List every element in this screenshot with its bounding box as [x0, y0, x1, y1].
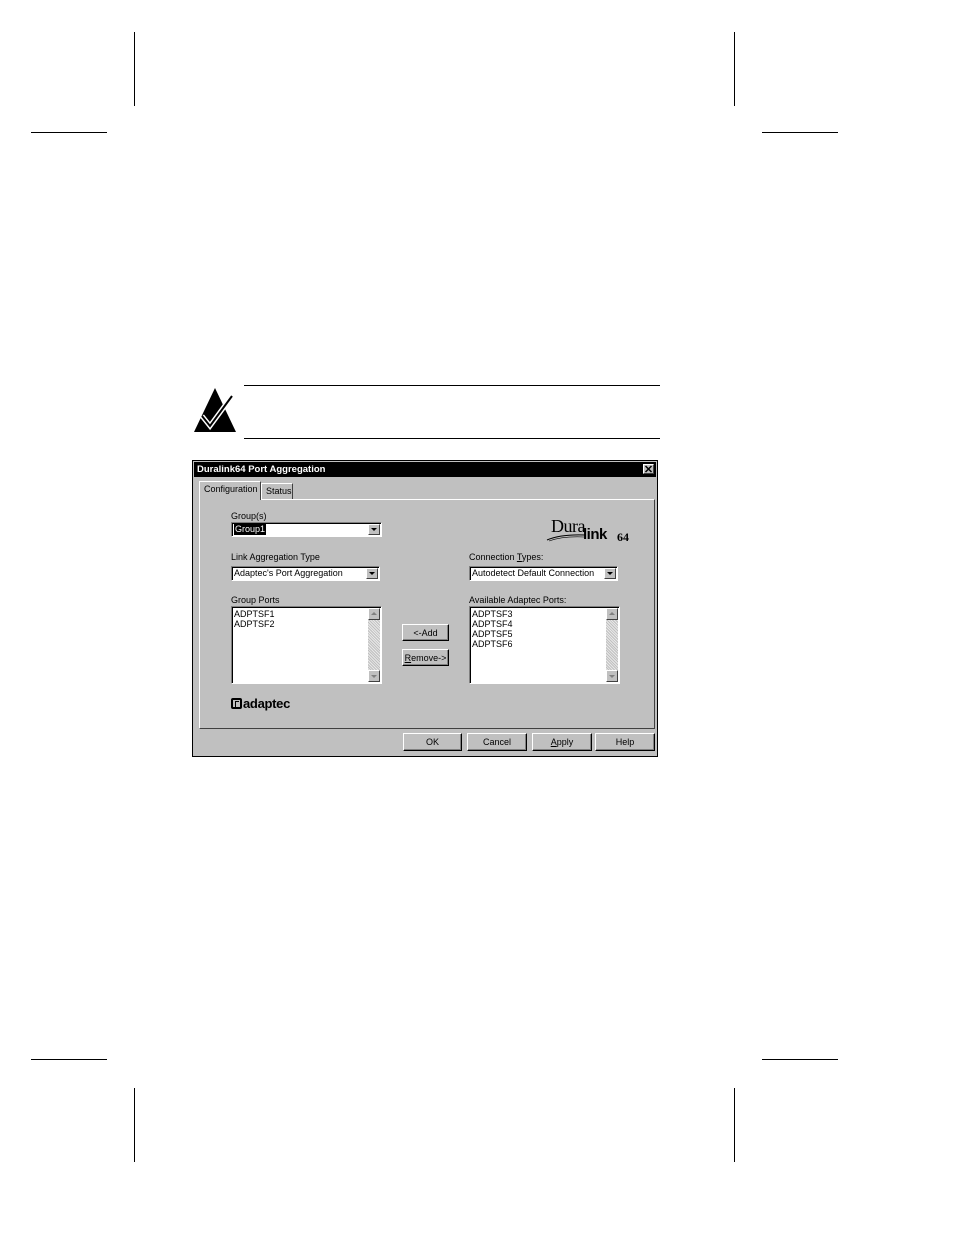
- available-ports-listbox[interactable]: ADPTSF3 ADPTSF4 ADPTSF5 ADPTSF6: [469, 606, 620, 684]
- connection-types-dropdown-button[interactable]: [604, 568, 616, 579]
- connection-types-label: Connection Types:: [469, 552, 543, 562]
- group-ports-label: Group Ports: [231, 595, 280, 605]
- crop-mark-top-right-vertical: [734, 32, 735, 106]
- note-rule-bottom: [244, 438, 660, 439]
- window-title: Duralink64 Port Aggregation: [197, 464, 326, 475]
- logo-64-text: 64: [617, 530, 629, 544]
- note-rule-top: [244, 385, 660, 386]
- list-item[interactable]: ADPTSF4: [472, 619, 513, 629]
- group-ports-listbox[interactable]: ADPTSF1 ADPTSF2: [231, 606, 382, 684]
- help-button[interactable]: Help: [595, 733, 655, 751]
- title-bar: Duralink64 Port Aggregation: [194, 462, 656, 477]
- available-ports-label: Available Adaptec Ports:: [469, 595, 567, 605]
- list-item[interactable]: ADPTSF2: [234, 619, 275, 629]
- connection-types-label-pre: Connection: [469, 552, 517, 562]
- adaptec-logo-text: adaptec: [243, 695, 291, 711]
- scroll-down-button[interactable]: [606, 670, 618, 682]
- groups-value: Group1: [234, 524, 267, 535]
- crop-mark-top-right-horizontal: [762, 132, 838, 133]
- list-item[interactable]: ADPTSF3: [472, 609, 513, 619]
- tab-configuration-label: Configuration: [204, 484, 258, 494]
- logo-link-text: link: [583, 526, 607, 543]
- apply-label: pply: [556, 737, 574, 747]
- list-item[interactable]: ADPTSF5: [472, 629, 513, 639]
- adaptec-logo: adaptec: [231, 695, 291, 711]
- port-aggregation-dialog: Duralink64 Port Aggregation Configuratio…: [192, 460, 658, 757]
- scroll-up-button[interactable]: [368, 608, 380, 620]
- remove-button[interactable]: Remove->: [402, 649, 449, 666]
- list-item[interactable]: ADPTSF6: [472, 639, 513, 649]
- crop-mark-bottom-left-horizontal: [31, 1059, 107, 1060]
- connection-types-value: Autodetect Default Connection: [472, 568, 595, 578]
- group-ports-scrollbar[interactable]: [368, 608, 380, 682]
- crop-mark-bottom-right-horizontal: [762, 1059, 838, 1060]
- scroll-down-button[interactable]: [368, 670, 380, 682]
- scroll-up-button[interactable]: [606, 608, 618, 620]
- close-icon: [644, 465, 653, 473]
- adaptec-mark-icon: [231, 697, 242, 709]
- available-ports-scrollbar[interactable]: [606, 608, 618, 682]
- crop-mark-bottom-left-vertical: [134, 1088, 135, 1162]
- link-aggregation-type-label: Link Aggregation Type: [231, 552, 320, 562]
- tab-status[interactable]: Status: [261, 483, 293, 499]
- crop-mark-bottom-right-vertical: [734, 1088, 735, 1162]
- tab-status-label: Status: [266, 486, 292, 496]
- crop-mark-top-left-vertical: [134, 32, 135, 106]
- crop-mark-top-left-horizontal: [31, 132, 107, 133]
- ok-button[interactable]: OK: [403, 733, 462, 751]
- apply-button[interactable]: Apply: [532, 733, 592, 751]
- note-checkmark-icon: [194, 388, 236, 432]
- remove-label: emove->: [411, 652, 447, 663]
- close-button[interactable]: [643, 464, 654, 474]
- connection-types-combo[interactable]: Autodetect Default Connection: [469, 566, 618, 581]
- configuration-panel: Dura link 64 Group(s) Group1 Link Aggreg…: [199, 499, 655, 729]
- tab-configuration[interactable]: Configuration: [199, 481, 261, 500]
- connection-types-label-post: ypes:: [521, 552, 544, 562]
- add-button[interactable]: <-Add: [402, 624, 449, 641]
- link-aggregation-type-value: Adaptec's Port Aggregation: [234, 568, 343, 578]
- cancel-button[interactable]: Cancel: [467, 733, 527, 751]
- groups-combo[interactable]: Group1: [231, 522, 382, 537]
- link-aggregation-type-combo[interactable]: Adaptec's Port Aggregation: [231, 566, 380, 581]
- link-aggregation-type-dropdown-button[interactable]: [366, 568, 378, 579]
- groups-label: Group(s): [231, 511, 267, 521]
- logo-swoosh-icon: [546, 534, 586, 542]
- groups-dropdown-button[interactable]: [368, 524, 380, 535]
- list-item[interactable]: ADPTSF1: [234, 609, 275, 619]
